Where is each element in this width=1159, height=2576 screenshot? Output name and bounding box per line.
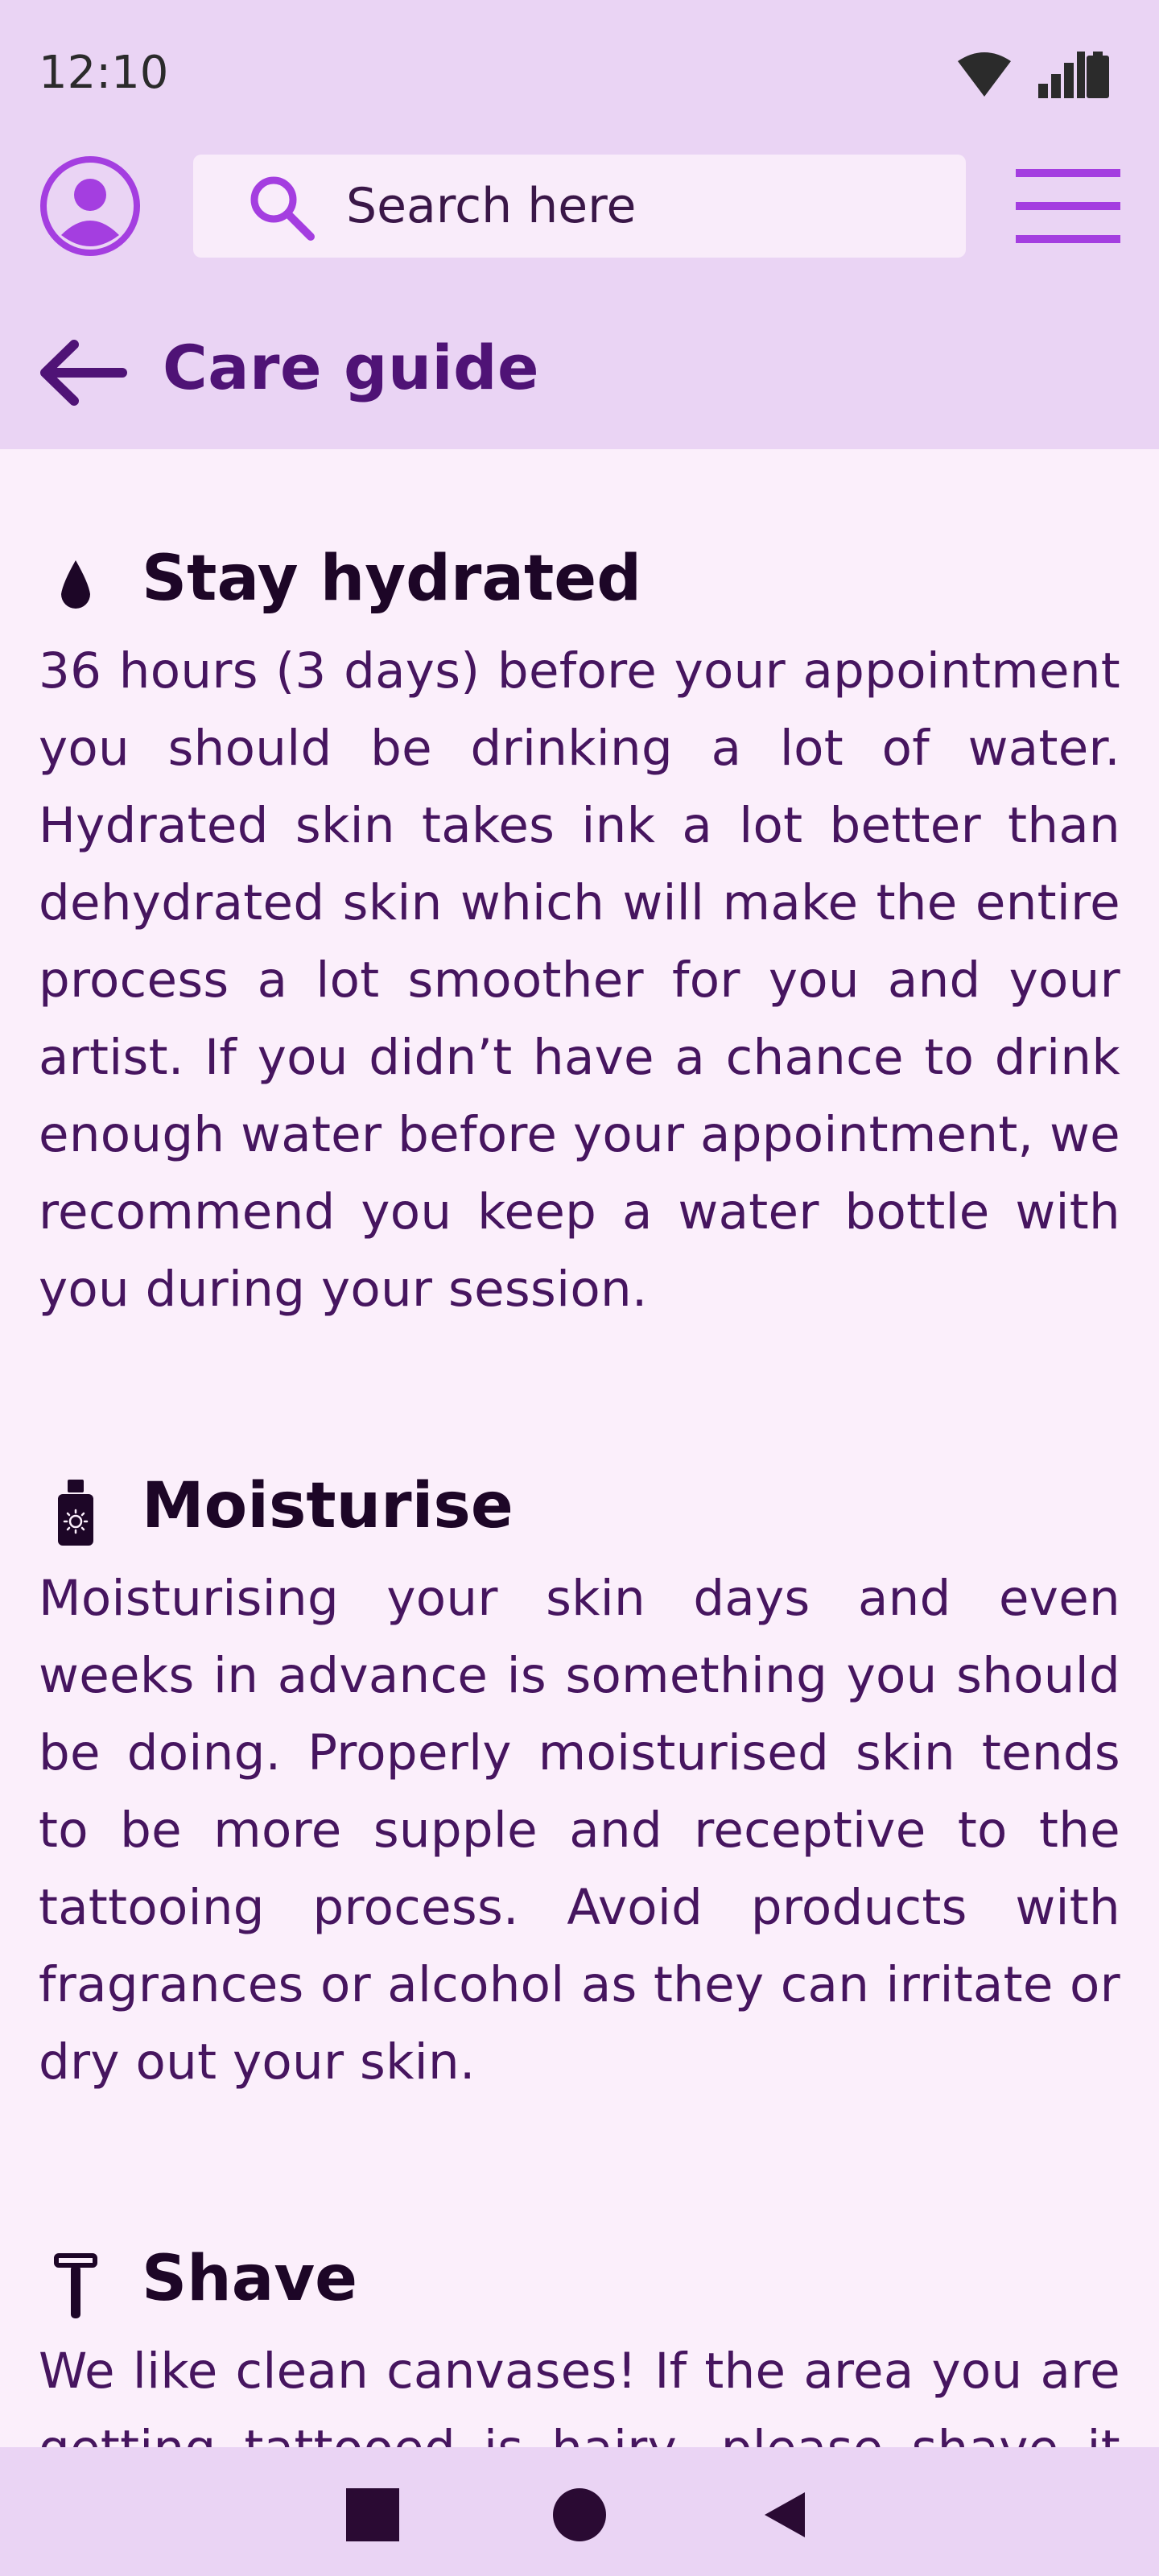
- recents-square-icon[interactable]: [346, 2486, 399, 2544]
- section-shave: Shave We like clean canvases! If the are…: [39, 2238, 1120, 2447]
- razor-icon: [54, 2253, 97, 2318]
- section-stay-hydrated: Stay hydrated 36 hours (3 days) before y…: [39, 538, 1120, 1328]
- section-header: Shave: [39, 2238, 1120, 2326]
- sunscreen-bottle-icon: [58, 1480, 93, 1546]
- search-input[interactable]: [346, 155, 942, 258]
- status-time: 12:10: [39, 47, 169, 99]
- section-body: 36 hours (3 days) before your appointmen…: [39, 642, 1120, 1318]
- section-title: Stay hydrated: [142, 543, 642, 615]
- section-header: Moisturise: [39, 1465, 1120, 1554]
- arrow-left-icon[interactable]: [39, 338, 127, 407]
- search-icon: [250, 176, 315, 241]
- home-circle-icon[interactable]: [551, 2486, 608, 2544]
- section-header: Stay hydrated: [39, 538, 1120, 626]
- account-circle-icon[interactable]: [39, 155, 142, 258]
- wifi-icon: [958, 52, 1011, 97]
- section-title: Shave: [142, 2243, 358, 2315]
- section-body: We like clean canvases! If the area you …: [39, 2343, 1120, 2447]
- page-title: Care guide: [163, 332, 540, 403]
- section-moisturise: Moisturise Moisturising your skin days a…: [39, 1465, 1120, 2101]
- section-title: Moisturise: [142, 1470, 514, 1542]
- water-drop-icon: [61, 560, 90, 609]
- care-guide-content[interactable]: Stay hydrated 36 hours (3 days) before y…: [0, 449, 1159, 2447]
- system-nav-bar: [0, 2447, 1159, 2576]
- battery-icon: [1087, 52, 1109, 98]
- status-icons: [900, 52, 1109, 100]
- section-body: Moisturising your skin days and even wee…: [39, 1570, 1120, 2091]
- app-header: 12:10 Care guide: [0, 0, 1159, 449]
- signal-icon: [1038, 52, 1085, 98]
- hamburger-menu-icon[interactable]: [1016, 169, 1120, 243]
- back-triangle-icon[interactable]: [760, 2486, 808, 2544]
- search-bar[interactable]: [193, 155, 966, 258]
